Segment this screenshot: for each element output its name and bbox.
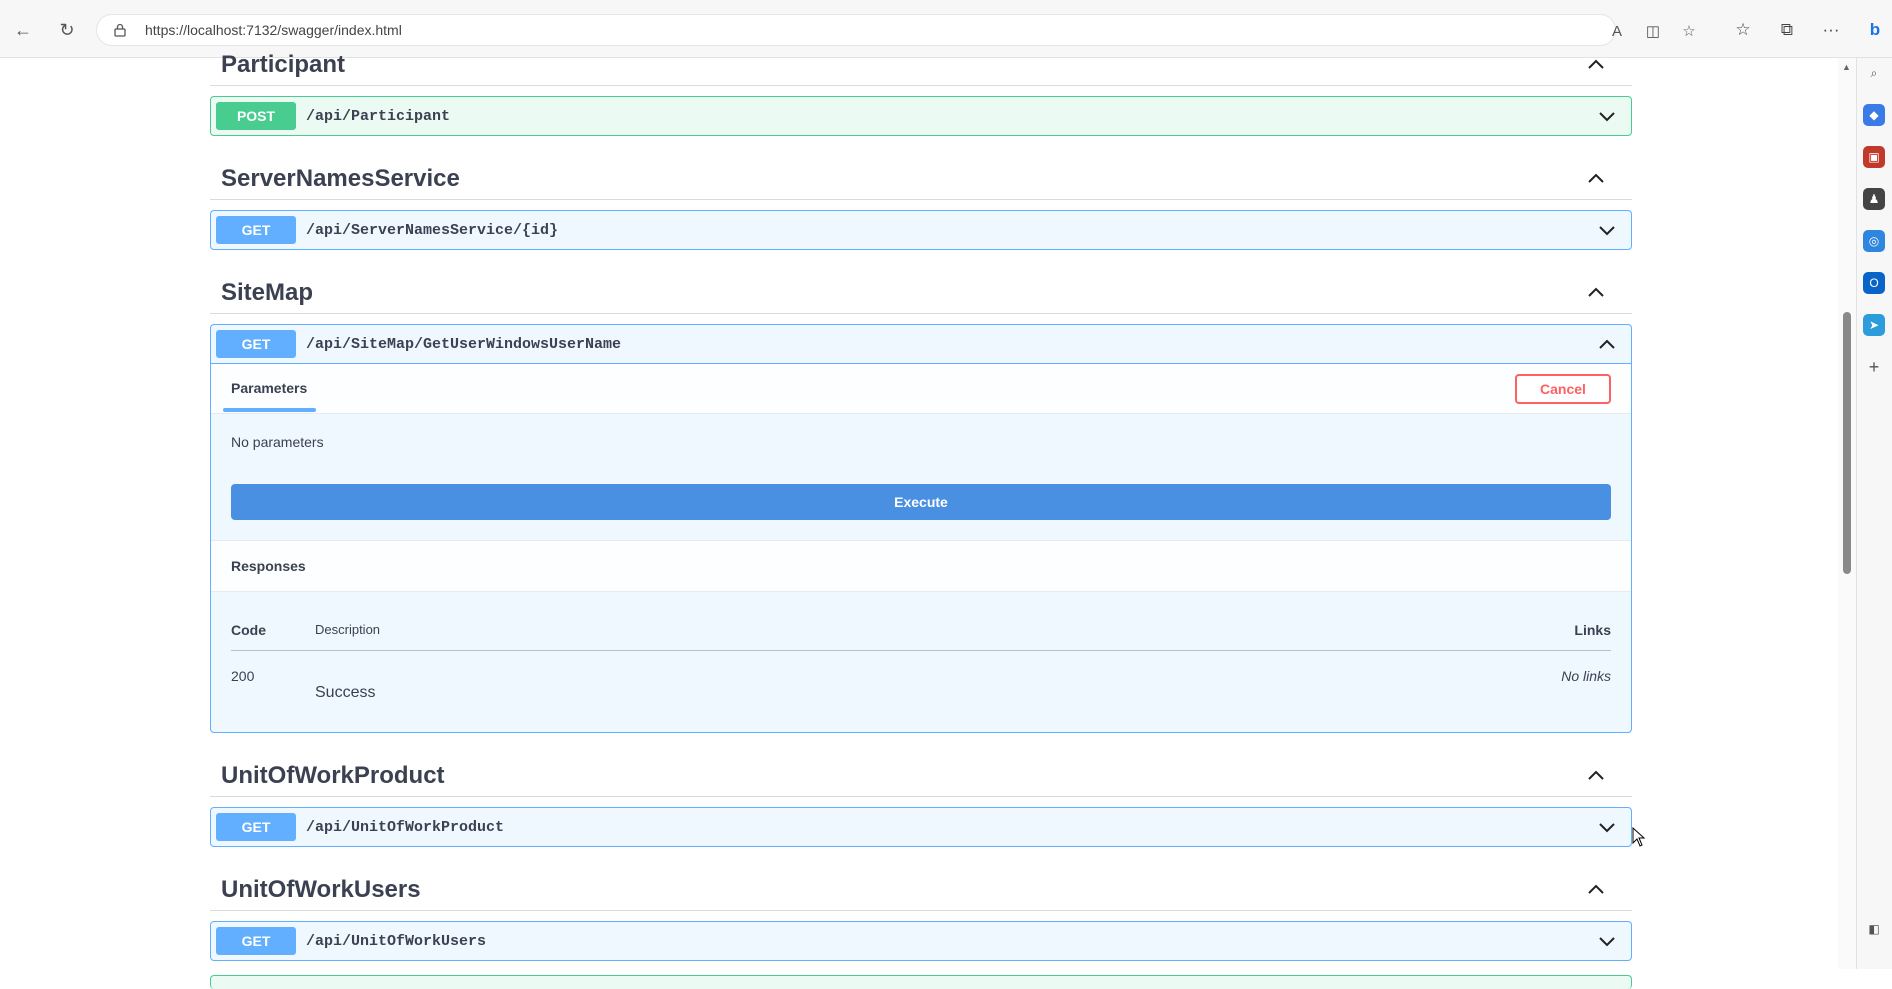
opblock-partial[interactable] xyxy=(210,975,1632,989)
office-icon[interactable]: ◎ xyxy=(1863,230,1885,252)
table-divider xyxy=(231,650,1611,651)
op-summary[interactable]: GET /api/UnitOfWorkProduct xyxy=(211,808,1631,846)
url-text: https://localhost:7132/swagger/index.htm… xyxy=(145,22,402,38)
col-header-code: Code xyxy=(231,622,266,638)
chevron-up-icon[interactable] xyxy=(1586,54,1606,74)
copilot-icon[interactable]: b xyxy=(1862,17,1888,43)
op-path: /api/UnitOfWorkUsers xyxy=(306,932,487,950)
outlook-icon[interactable]: O xyxy=(1863,272,1885,294)
shopping-icon[interactable]: ◆ xyxy=(1863,104,1885,126)
tag-section-participant: Participant POST /api/Participant xyxy=(210,44,1632,136)
tag-header[interactable]: UnitOfWorkUsers xyxy=(210,869,1632,911)
parameters-header: Parameters Cancel xyxy=(211,364,1631,414)
tag-title: Participant xyxy=(221,50,346,78)
response-description: Success xyxy=(315,684,376,701)
op-path: /api/UnitOfWorkProduct xyxy=(306,818,505,836)
add-icon[interactable]: + xyxy=(1863,356,1885,378)
favorites-icon[interactable]: ☆ xyxy=(1730,17,1756,43)
op-summary[interactable]: GET /api/SiteMap/GetUserWindowsUserName xyxy=(211,325,1631,363)
opblock-get-unitofworkproduct[interactable]: GET /api/UnitOfWorkProduct xyxy=(210,807,1632,847)
opblock-get-servernamesservice[interactable]: GET /api/ServerNamesService/{id} xyxy=(210,210,1632,250)
op-summary[interactable]: POST /api/Participant xyxy=(211,97,1631,135)
execute-wrapper: Execute xyxy=(211,484,1631,540)
tag-title: UnitOfWorkProduct xyxy=(221,761,445,789)
lock-icon xyxy=(114,23,126,37)
tag-header[interactable]: ServerNamesService xyxy=(210,158,1632,200)
op-path: /api/Participant xyxy=(306,107,451,125)
col-header-description: Description xyxy=(315,622,381,637)
tag-header[interactable]: Participant xyxy=(210,44,1632,86)
tab-underline xyxy=(223,408,316,412)
responses-table: Code Description Links 200 Success No li… xyxy=(231,592,1611,732)
tools-icon[interactable]: ▣ xyxy=(1863,146,1885,168)
tab-parameters[interactable]: Parameters xyxy=(231,380,307,396)
tag-section-unitofworkproduct: UnitOfWorkProduct GET /api/UnitOfWorkPro… xyxy=(210,755,1632,847)
method-badge: POST xyxy=(216,102,296,130)
chevron-up-icon[interactable] xyxy=(1597,334,1617,354)
tag-section-servernamesservice: ServerNamesService GET /api/ServerNamesS… xyxy=(210,158,1632,250)
method-badge: GET xyxy=(216,330,296,358)
response-links: No links xyxy=(1561,668,1611,684)
chevron-down-icon[interactable] xyxy=(1597,220,1617,240)
tag-section-sitemap: SiteMap GET /api/SiteMap/GetUserWindowsU… xyxy=(210,272,1632,733)
address-bar[interactable]: https://localhost:7132/swagger/index.htm… xyxy=(96,14,1696,46)
response-code: 200 xyxy=(231,668,255,684)
tag-header[interactable]: SiteMap xyxy=(210,272,1632,314)
chevron-down-icon[interactable] xyxy=(1597,106,1617,126)
method-badge: GET xyxy=(216,927,296,955)
op-summary[interactable]: GET /api/ServerNamesService/{id} xyxy=(211,211,1631,249)
refresh-icon[interactable]: ↻ xyxy=(54,17,80,43)
sidebar-toggle-icon[interactable]: ◧ xyxy=(1863,918,1885,940)
chevron-up-icon[interactable] xyxy=(1586,879,1606,899)
op-summary[interactable]: GET /api/UnitOfWorkUsers xyxy=(211,922,1631,960)
collections-icon[interactable]: ⧉ xyxy=(1774,17,1800,43)
scroll-up-arrow-icon[interactable]: ▲ xyxy=(1842,62,1851,72)
mouse-cursor-icon xyxy=(1632,827,1646,847)
execute-button[interactable]: Execute xyxy=(231,484,1611,520)
responses-header: Responses xyxy=(211,540,1631,592)
add-favorite-icon[interactable]: ☆ xyxy=(1679,21,1699,41)
tag-header[interactable]: UnitOfWorkProduct xyxy=(210,755,1632,797)
col-header-links: Links xyxy=(1574,622,1611,638)
search-icon[interactable]: ⌕ xyxy=(1863,62,1885,84)
tag-title: SiteMap xyxy=(221,278,314,306)
send-icon[interactable]: ➤ xyxy=(1863,314,1885,336)
method-badge: GET xyxy=(216,813,296,841)
games-icon[interactable]: ♟ xyxy=(1863,188,1885,210)
op-path: /api/ServerNamesService/{id} xyxy=(306,221,559,239)
tag-title: ServerNamesService xyxy=(221,164,460,192)
method-badge: GET xyxy=(216,216,296,244)
page-scrollbar[interactable]: ▲ xyxy=(1838,58,1856,969)
edge-sidebar: ⌕ ◆ ▣ ♟ ◎ O ➤ + ◧ xyxy=(1856,58,1892,969)
op-path: /api/SiteMap/GetUserWindowsUserName xyxy=(306,335,622,353)
swagger-content: Participant POST /api/Participant Server… xyxy=(210,44,1632,989)
opblock-post-participant[interactable]: POST /api/Participant xyxy=(210,96,1632,136)
more-icon[interactable]: ··· xyxy=(1818,17,1844,43)
tag-title: UnitOfWorkUsers xyxy=(221,875,421,903)
op-body: Parameters Cancel No parameters Execute … xyxy=(211,363,1631,732)
opblock-get-unitofworkusers[interactable]: GET /api/UnitOfWorkUsers xyxy=(210,921,1632,961)
chevron-down-icon[interactable] xyxy=(1597,931,1617,951)
chevron-down-icon[interactable] xyxy=(1597,817,1617,837)
split-screen-icon[interactable]: ◫ xyxy=(1643,21,1663,41)
read-aloud-icon[interactable]: A xyxy=(1607,21,1627,41)
chevron-up-icon[interactable] xyxy=(1586,168,1606,188)
scroll-thumb[interactable] xyxy=(1843,312,1851,574)
opblock-get-sitemap: GET /api/SiteMap/GetUserWindowsUserName … xyxy=(210,324,1632,733)
chevron-up-icon[interactable] xyxy=(1586,765,1606,785)
tag-section-unitofworkusers: UnitOfWorkUsers GET /api/UnitOfWorkUsers xyxy=(210,869,1632,961)
back-icon[interactable]: ← xyxy=(10,17,36,43)
cancel-button[interactable]: Cancel xyxy=(1515,374,1611,404)
chevron-up-icon[interactable] xyxy=(1586,282,1606,302)
no-parameters-text: No parameters xyxy=(231,434,324,450)
